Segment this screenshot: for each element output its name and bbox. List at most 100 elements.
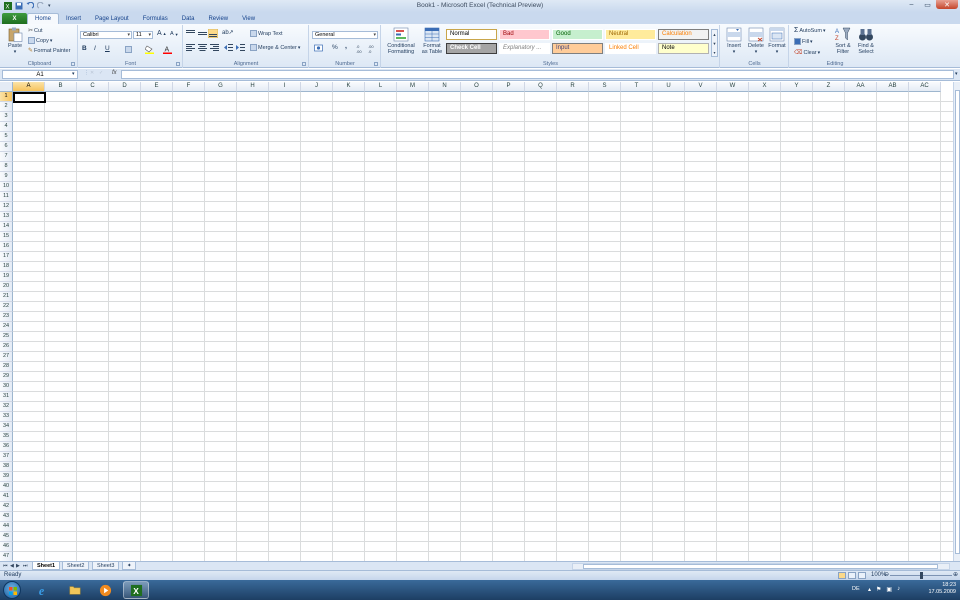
column-header[interactable]: X [749, 82, 781, 92]
cell-area[interactable] [13, 92, 953, 561]
row-header[interactable]: 2 [0, 102, 13, 112]
font-color-icon[interactable]: A [163, 45, 173, 54]
network-icon[interactable]: ▣ [886, 586, 892, 593]
column-header[interactable]: D [109, 82, 141, 92]
column-header[interactable]: C [77, 82, 109, 92]
accounting-format-icon[interactable] [314, 44, 326, 53]
column-header[interactable]: R [557, 82, 589, 92]
column-header[interactable]: W [717, 82, 749, 92]
align-right-icon[interactable] [210, 44, 219, 51]
row-header[interactable]: 45 [0, 532, 13, 542]
column-header[interactable]: Z [813, 82, 845, 92]
row-header[interactable]: 29 [0, 372, 13, 382]
number-launcher-icon[interactable] [374, 62, 378, 66]
decrease-indent-icon[interactable] [224, 44, 233, 51]
row-header[interactable]: 30 [0, 382, 13, 392]
cell-style-explanatory[interactable]: Explanatory ... [499, 43, 550, 54]
font-size-combo[interactable]: 11 [133, 31, 153, 39]
row-header[interactable]: 10 [0, 182, 13, 192]
align-top-icon[interactable] [186, 30, 195, 37]
cell-style-neutral[interactable]: Neutral [605, 29, 656, 40]
orientation-button[interactable]: ab↗ [222, 29, 234, 36]
row-header[interactable]: 31 [0, 392, 13, 402]
flag-icon[interactable]: ⚑ [876, 586, 881, 593]
minimize-button[interactable]: – [904, 0, 919, 9]
show-hidden-icons[interactable]: ▴ [868, 586, 871, 593]
column-header[interactable]: M [397, 82, 429, 92]
customize-qat-icon[interactable]: ▾ [48, 3, 51, 9]
align-center-icon[interactable] [198, 44, 207, 51]
tab-formulas[interactable]: Formulas [136, 13, 175, 24]
last-sheet-icon[interactable]: ⏭ [23, 563, 28, 569]
zoom-in-icon[interactable]: ⊕ [953, 571, 958, 578]
font-launcher-icon[interactable] [176, 62, 180, 66]
taskbar-media-player[interactable] [92, 581, 118, 599]
wrap-text-button[interactable]: Wrap Text [250, 30, 283, 37]
fill-button[interactable]: Fill ▾ [794, 38, 813, 45]
row-header[interactable]: 44 [0, 522, 13, 532]
sheet-tab-3[interactable]: Sheet3 [92, 562, 120, 570]
column-header[interactable]: G [205, 82, 237, 92]
column-header[interactable]: P [493, 82, 525, 92]
row-header[interactable]: 38 [0, 462, 13, 472]
row-header[interactable]: 46 [0, 542, 13, 552]
underline-button[interactable]: U [105, 45, 110, 52]
increase-indent-icon[interactable] [236, 44, 245, 51]
column-header[interactable]: S [589, 82, 621, 92]
sort-filter-button[interactable]: AZ Sort & Filter [832, 27, 854, 55]
taskbar-explorer[interactable] [62, 581, 88, 599]
tab-insert[interactable]: Insert [59, 13, 88, 24]
row-header[interactable]: 43 [0, 512, 13, 522]
row-header[interactable]: 13 [0, 212, 13, 222]
bold-button[interactable]: B [82, 45, 87, 52]
horizontal-scroll-thumb[interactable] [583, 564, 938, 569]
shrink-font-button[interactable]: A ▼ [170, 31, 179, 37]
cell-style-calculation[interactable]: Calculation [658, 29, 709, 40]
undo-icon[interactable] [26, 2, 34, 10]
column-header[interactable]: H [237, 82, 269, 92]
decrease-decimal-icon[interactable]: .00.0 [368, 44, 377, 53]
column-header[interactable]: U [653, 82, 685, 92]
comma-button[interactable]: , [345, 43, 347, 50]
row-header[interactable]: 1 [0, 92, 13, 102]
column-header[interactable]: Y [781, 82, 813, 92]
row-header[interactable]: 23 [0, 312, 13, 322]
row-header[interactable]: 40 [0, 482, 13, 492]
merge-center-button[interactable]: Merge & Center ▾ [250, 44, 300, 51]
cell-style-note[interactable]: Note [658, 43, 709, 54]
grow-font-button[interactable]: A ▲ [157, 30, 167, 37]
format-painter-button[interactable]: ✎ Format Painter [28, 47, 70, 55]
align-bottom-icon[interactable] [208, 29, 218, 38]
row-header[interactable]: 3 [0, 112, 13, 122]
normal-view-button[interactable] [838, 572, 846, 579]
percent-button[interactable]: % [332, 44, 338, 51]
zoom-out-icon[interactable]: ⊖ [884, 571, 889, 578]
prev-sheet-icon[interactable]: ◀ [10, 563, 14, 569]
column-header[interactable]: B [45, 82, 77, 92]
tab-data[interactable]: Data [175, 13, 202, 24]
formula-bar-handle-icon[interactable]: ⋮ [84, 70, 89, 76]
row-header[interactable]: 26 [0, 342, 13, 352]
column-header[interactable]: L [365, 82, 397, 92]
row-header[interactable]: 11 [0, 192, 13, 202]
alignment-launcher-icon[interactable] [302, 62, 306, 66]
cut-button[interactable]: ✂ Cut [28, 27, 43, 35]
row-header[interactable]: 8 [0, 162, 13, 172]
row-header[interactable]: 15 [0, 232, 13, 242]
vertical-scrollbar[interactable] [953, 82, 960, 561]
column-header[interactable]: N [429, 82, 461, 92]
row-header[interactable]: 9 [0, 172, 13, 182]
clock[interactable]: 18:23 17.05.2009 [928, 582, 956, 596]
row-header[interactable]: 25 [0, 332, 13, 342]
first-sheet-icon[interactable]: ⏮ [3, 563, 8, 569]
row-header[interactable]: 17 [0, 252, 13, 262]
cell-style-bad[interactable]: Bad [499, 29, 550, 40]
row-header[interactable]: 14 [0, 222, 13, 232]
increase-decimal-icon[interactable]: .0.00 [356, 44, 365, 53]
row-header[interactable]: 22 [0, 302, 13, 312]
taskbar-ie[interactable]: e [30, 581, 56, 599]
language-indicator[interactable]: DE [852, 586, 860, 592]
excel-logo-icon[interactable]: X [4, 2, 12, 10]
select-all-button[interactable] [0, 82, 13, 92]
number-format-combo[interactable]: General [312, 31, 378, 39]
